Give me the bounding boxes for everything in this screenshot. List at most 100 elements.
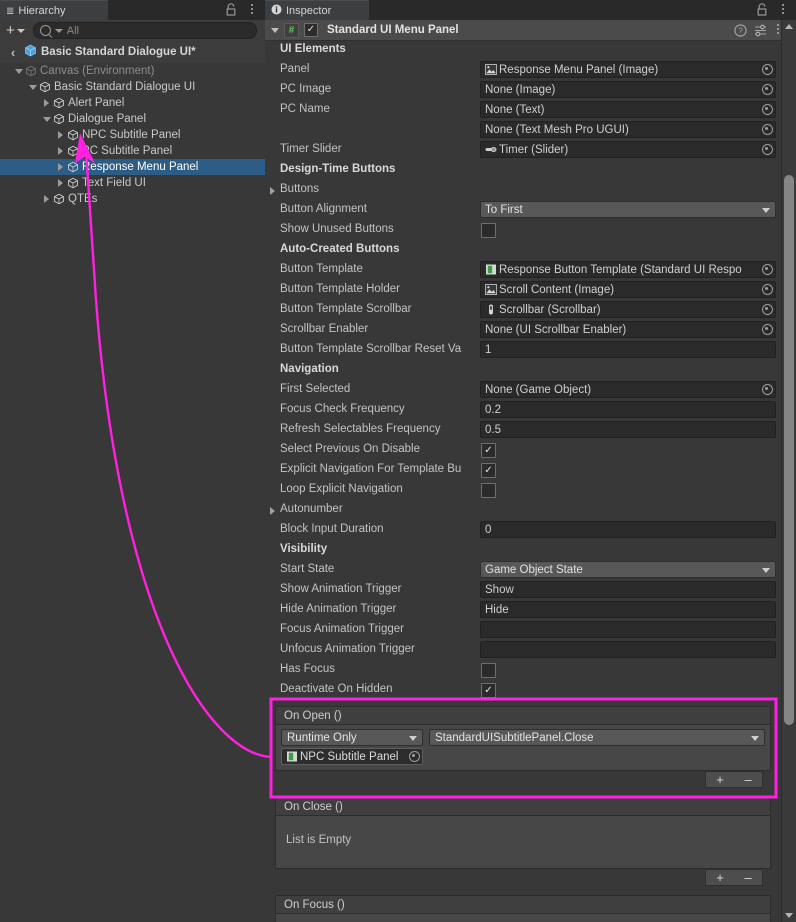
twisty-closed-icon[interactable] [54, 163, 67, 171]
object-field[interactable]: Response Menu Panel (Image) [480, 61, 776, 78]
kebab-icon[interactable] [778, 4, 788, 16]
twisty-open-icon[interactable] [26, 84, 39, 90]
hierarchy-item-alert-panel[interactable]: Alert Panel [0, 95, 265, 111]
kebab-icon[interactable] [247, 4, 257, 16]
foldout-icon[interactable] [270, 187, 275, 195]
help-icon[interactable]: ? [734, 24, 747, 37]
hierarchy-item-response-menu-panel[interactable]: Response Menu Panel [0, 159, 265, 175]
hierarchy-item-qtes[interactable]: QTEs [0, 191, 265, 207]
text-field[interactable] [480, 621, 776, 638]
hierarchy-item-basic-standard-dialogue-ui[interactable]: Basic Standard Dialogue UI [0, 79, 265, 95]
tab-inspector-label: Inspector [286, 5, 332, 17]
component-header[interactable]: # ✓ Standard UI Menu Panel ? [265, 20, 796, 41]
lock-icon[interactable] [225, 3, 237, 16]
object-picker-icon[interactable] [760, 303, 774, 316]
text-field[interactable]: 0 [480, 521, 776, 538]
object-picker-icon[interactable] [760, 263, 774, 276]
hierarchy-tree: Canvas (Environment) Basic Standard Dialo… [0, 63, 265, 922]
text-field[interactable]: Hide [480, 601, 776, 618]
twisty-open-icon[interactable] [40, 116, 53, 122]
hierarchy-item-pc-subtitle-panel[interactable]: PC Subtitle Panel [0, 143, 265, 159]
event-remove-button[interactable]: – [744, 773, 751, 786]
dropdown-field[interactable]: Game Object State [480, 561, 776, 578]
object-picker-icon[interactable] [760, 143, 774, 156]
object-picker-icon[interactable] [760, 83, 774, 96]
text-field[interactable]: Show [480, 581, 776, 598]
twisty-closed-icon[interactable] [54, 179, 67, 187]
tab-hierarchy[interactable]: ≣ Hierarchy [0, 0, 108, 21]
text-field[interactable]: 1 [480, 341, 776, 358]
dropdown-field[interactable]: To First [480, 201, 776, 218]
twisty-closed-icon[interactable] [54, 147, 67, 155]
object-picker-icon[interactable] [760, 323, 774, 336]
event-target-object-field[interactable]: NPC Subtitle Panel [281, 748, 423, 765]
text-field[interactable]: 0.2 [480, 401, 776, 418]
twisty-closed-icon[interactable] [54, 131, 67, 139]
object-field[interactable]: None (Image) [480, 81, 776, 98]
object-field[interactable]: None (UI Scrollbar Enabler) [480, 321, 776, 338]
event-add-remove-buttons[interactable]: + – [705, 771, 763, 788]
object-picker-icon[interactable] [760, 383, 774, 396]
scroll-down-icon[interactable] [785, 913, 793, 918]
breadcrumb-label: Basic Standard Dialogue UI* [41, 46, 196, 58]
event-remove-button[interactable]: – [744, 871, 751, 884]
event-add-remove-buttons[interactable]: + – [705, 869, 763, 886]
event-add-button[interactable]: + [716, 773, 724, 786]
section-header: Auto-Created Buttons [280, 243, 400, 255]
object-field[interactable]: Response Button Template (Standard UI Re… [480, 261, 776, 278]
twisty-closed-icon[interactable] [40, 99, 53, 107]
event-add-button[interactable]: + [716, 871, 724, 884]
foldout-icon[interactable] [270, 507, 275, 515]
object-field[interactable]: Scroll Content (Image) [480, 281, 776, 298]
checkbox[interactable]: ✓ [481, 463, 496, 478]
checkbox[interactable]: ✓ [481, 483, 496, 498]
gameobject-cube-icon [67, 145, 79, 157]
checkbox[interactable]: ✓ [481, 443, 496, 458]
property-label: Block Input Duration [280, 523, 384, 535]
back-button[interactable]: ‹ [6, 45, 20, 60]
hierarchy-item-label: QTEs [68, 193, 98, 205]
preset-icon[interactable] [754, 24, 767, 37]
object-field[interactable]: Timer (Slider) [480, 141, 776, 158]
property-label: Explicit Navigation For Template Bu [280, 463, 462, 475]
hierarchy-item-npc-subtitle-panel[interactable]: NPC Subtitle Panel [0, 127, 265, 143]
add-gameobject-button[interactable]: + [6, 23, 25, 38]
tab-inspector[interactable]: Inspector [265, 0, 369, 21]
checkbox[interactable]: ✓ [481, 663, 496, 678]
component-foldout-icon[interactable] [271, 27, 279, 33]
property-row-timer-slider: Timer Slider Timer (Slider) [265, 140, 782, 160]
event-footer: + – [275, 869, 771, 889]
object-field[interactable]: None (Game Object) [480, 381, 776, 398]
scrollbar-thumb[interactable] [784, 175, 794, 725]
hierarchy-item-dialogue-panel[interactable]: Dialogue Panel [0, 111, 265, 127]
object-picker-icon[interactable] [760, 103, 774, 116]
text-field[interactable]: 0.5 [480, 421, 776, 438]
event-mode-dropdown[interactable]: Runtime Only [281, 729, 423, 746]
object-field-value: None (Image) [485, 83, 556, 96]
text-field[interactable] [480, 641, 776, 658]
hierarchy-item-text-field-ui[interactable]: Text Field UI [0, 175, 265, 191]
object-field[interactable]: Scrollbar (Scrollbar) [480, 301, 776, 318]
event-function-dropdown[interactable]: StandardUISubtitlePanel.Close [429, 729, 765, 746]
twisty-closed-icon[interactable] [40, 195, 53, 203]
object-picker-icon[interactable] [760, 63, 774, 76]
hierarchy-item-canvas-environment[interactable]: Canvas (Environment) [0, 63, 265, 79]
hierarchy-item-label: Basic Standard Dialogue UI [54, 81, 196, 93]
checkbox[interactable]: ✓ [481, 223, 496, 238]
scroll-up-icon[interactable] [785, 24, 793, 29]
event-target-value: NPC Subtitle Panel [300, 750, 399, 763]
property-label: Show Animation Trigger [280, 583, 402, 595]
event-title: On Close () [275, 797, 771, 815]
object-picker-icon[interactable] [407, 750, 421, 763]
object-field[interactable]: None (Text) [480, 101, 776, 118]
object-picker-icon[interactable] [760, 123, 774, 136]
twisty-open-icon[interactable] [12, 68, 25, 74]
component-enabled-checkbox[interactable]: ✓ [304, 23, 318, 37]
checkbox[interactable]: ✓ [481, 683, 496, 698]
search-input[interactable]: All [32, 22, 257, 39]
lock-icon[interactable] [756, 3, 768, 16]
object-picker-icon[interactable] [760, 283, 774, 296]
inspector-scrollbar[interactable] [781, 20, 796, 922]
object-field[interactable]: None (Text Mesh Pro UGUI) [480, 121, 776, 138]
property-row-focus-check-frequency: Focus Check Frequency 0.2 [265, 400, 782, 420]
